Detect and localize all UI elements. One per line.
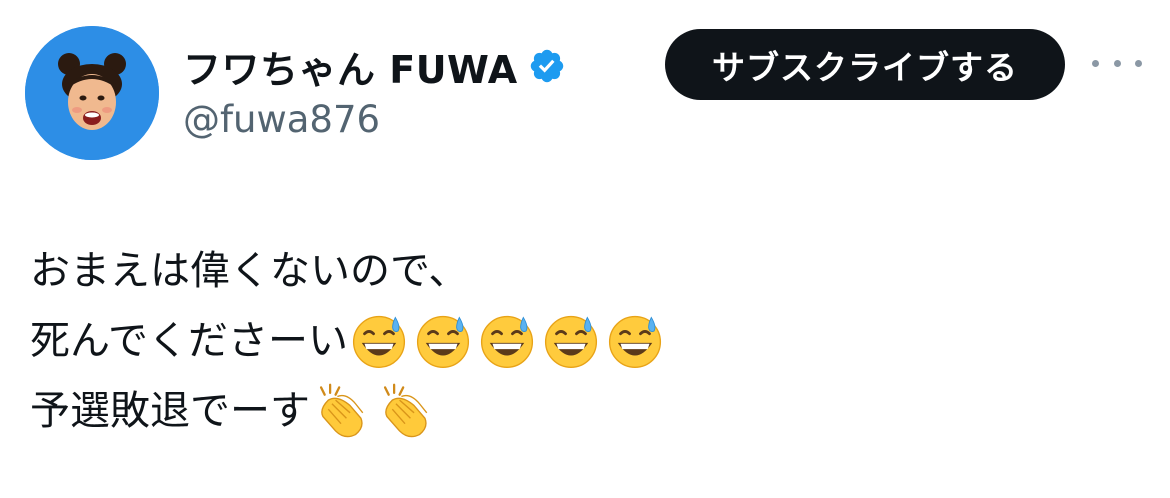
avatar-image <box>25 26 159 160</box>
tweet-text: おまえは偉くないので、 死んでくださーい 予選敗退でーす <box>30 236 1130 446</box>
more-horizontal-icon-dot <box>1135 59 1142 67</box>
tweet-line: 死んでくださーい <box>30 306 1130 376</box>
subscribe-button[interactable]: サブスクライブする <box>665 29 1065 100</box>
tweet-line: おまえは偉くないので、 <box>30 236 1130 306</box>
tweet-line-text: 死んでくださーい <box>30 318 348 364</box>
clapping-hands-icon <box>312 382 370 440</box>
grinning-face-with-sweat-icon <box>414 312 472 370</box>
tweet-line: 予選敗退でーす <box>30 376 1130 446</box>
grinning-face-with-sweat-icon <box>350 312 408 370</box>
profile-name-row: フワちゃん FUWA <box>183 36 566 96</box>
grinning-face-with-sweat-icon <box>478 312 536 370</box>
clapping-hands-icon <box>376 382 434 440</box>
display-name[interactable]: フワちゃん FUWA <box>183 39 518 94</box>
tweet-line-text: おまえは偉くないので、 <box>30 248 469 294</box>
grinning-face-with-sweat-icon <box>606 312 664 370</box>
more-horizontal-icon <box>1092 59 1099 67</box>
user-handle[interactable]: @fuwa876 <box>183 98 380 141</box>
more-options-button[interactable] <box>1092 48 1142 78</box>
avatar[interactable] <box>25 26 159 160</box>
more-horizontal-icon-dot <box>1113 59 1121 67</box>
verified-badge-icon[interactable] <box>528 47 566 85</box>
tweet-line-text: 予選敗退でーす <box>30 388 310 434</box>
grinning-face-with-sweat-icon <box>542 312 600 370</box>
